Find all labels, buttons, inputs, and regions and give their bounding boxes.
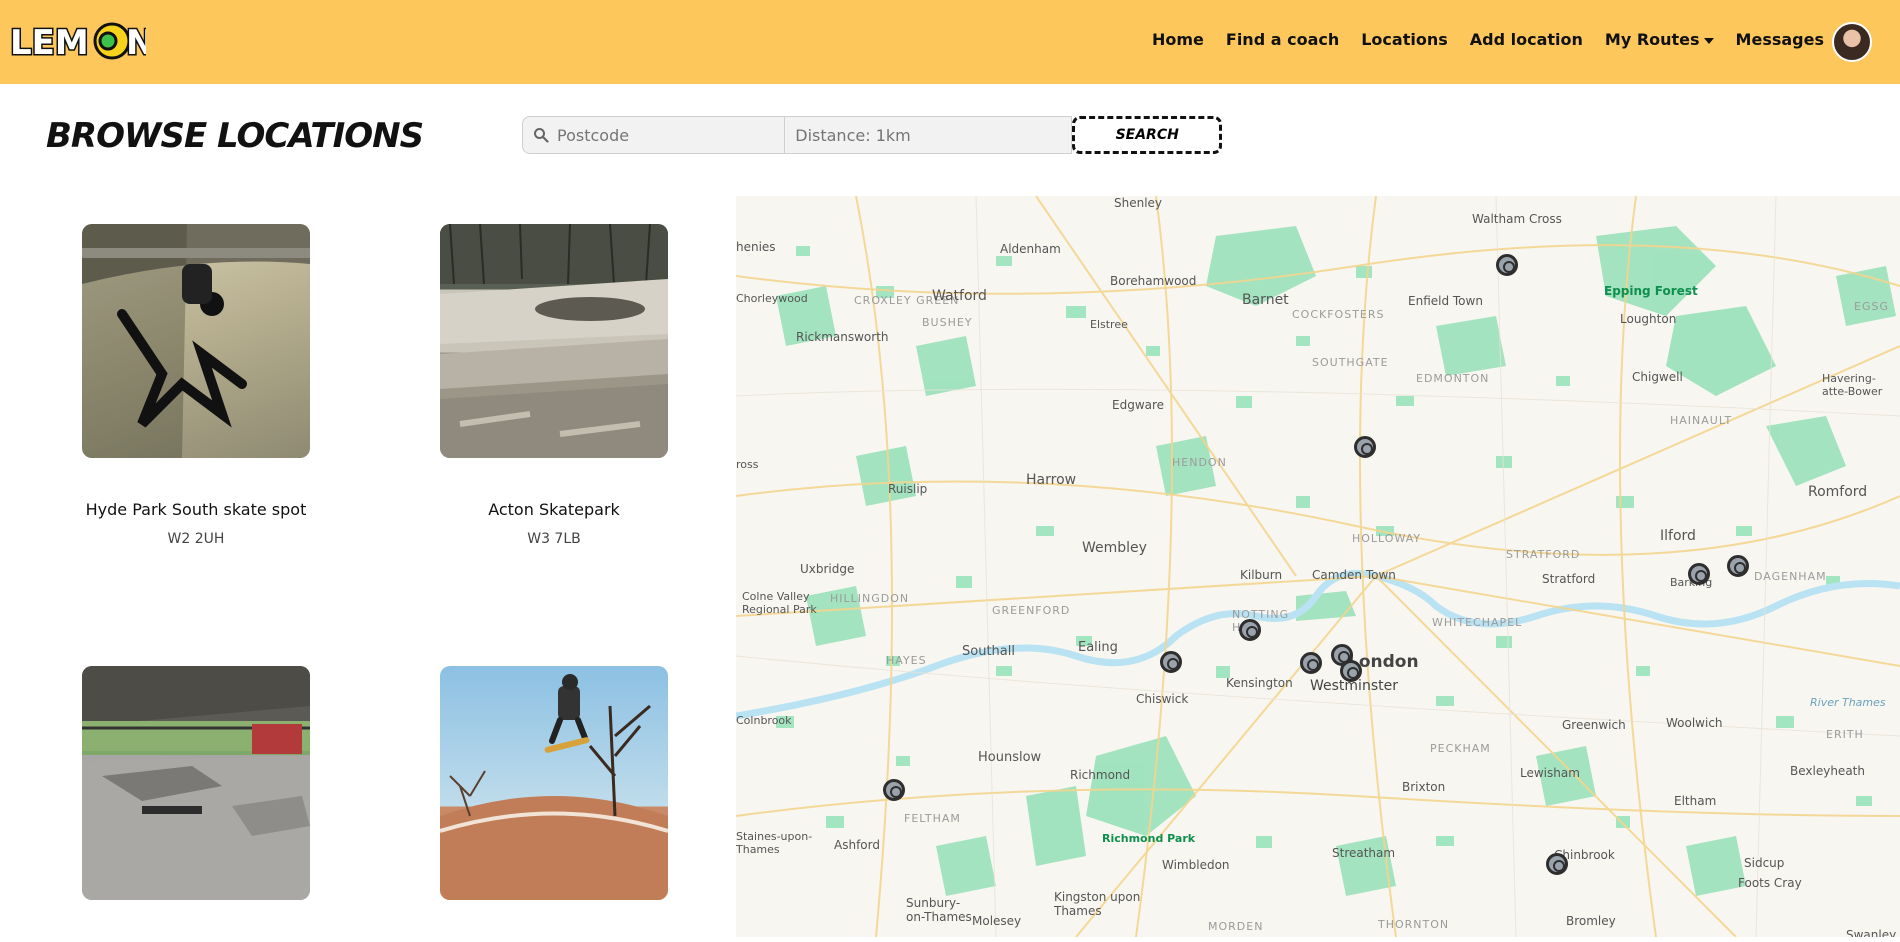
postcode-input[interactable] <box>523 117 785 153</box>
map-marker[interactable] <box>1354 436 1376 458</box>
location-card[interactable] <box>81 666 311 942</box>
map-marker[interactable] <box>1340 660 1362 682</box>
distance-input[interactable] <box>785 117 1072 153</box>
nav-find-a-coach[interactable]: Find a coach <box>1226 30 1339 49</box>
skatepark-illustration <box>440 224 668 458</box>
logo-wordmark: LEM N <box>9 22 147 63</box>
location-name: Hyde Park South skate spot <box>85 500 307 519</box>
nav-my-routes-label: My Routes <box>1604 30 1700 49</box>
postcode-field-wrapper <box>522 116 786 154</box>
svg-text:N: N <box>126 23 146 62</box>
nav-add-location[interactable]: Add location <box>1470 30 1583 49</box>
location-photo <box>82 666 310 900</box>
location-card[interactable] <box>439 666 669 942</box>
skater-bowl-illustration <box>82 224 310 458</box>
map-marker[interactable] <box>1160 651 1182 673</box>
map-marker[interactable] <box>883 779 905 801</box>
map-marker[interactable] <box>1546 853 1568 875</box>
nav-home[interactable]: Home <box>1152 30 1204 49</box>
map-marker[interactable] <box>1239 619 1261 641</box>
navbar: LEM N Home Find a coach Locations Add lo… <box>0 0 1900 84</box>
skater-jump-illustration <box>440 674 668 900</box>
search-button[interactable]: SEARCH <box>1072 116 1222 154</box>
indoor-skatepark-illustration <box>82 666 310 900</box>
location-postcode: W3 7LB <box>527 531 581 547</box>
caret-down-icon <box>1703 37 1714 44</box>
page-title: BROWSE LOCATIONS <box>46 116 424 156</box>
nav-links: Home Find a coach Locations Add location… <box>1152 30 1824 49</box>
location-card[interactable]: Hyde Park South skate spot W2 2UH <box>81 224 311 547</box>
location-postcode: W2 2UH <box>167 531 225 547</box>
location-name: Acton Skatepark <box>488 500 620 519</box>
map-base-layer <box>736 196 1900 937</box>
locations-map[interactable]: Shenley Waltham Cross henies Aldenham Bo… <box>736 196 1900 937</box>
distance-field-wrapper <box>785 116 1073 154</box>
location-card[interactable]: Acton Skatepark W3 7LB <box>439 224 669 547</box>
lemon-logo[interactable]: LEM N <box>8 18 147 63</box>
location-photo <box>440 666 668 900</box>
user-avatar[interactable] <box>1832 22 1872 62</box>
map-marker[interactable] <box>1688 563 1710 585</box>
map-marker[interactable] <box>1496 254 1518 276</box>
svg-text:LEM: LEM <box>10 23 89 62</box>
nav-locations[interactable]: Locations <box>1361 30 1448 49</box>
location-photo <box>82 224 310 458</box>
location-photo <box>440 224 668 458</box>
map-marker[interactable] <box>1300 652 1322 674</box>
nav-messages[interactable]: Messages <box>1736 30 1824 49</box>
nav-my-routes-dropdown[interactable]: My Routes <box>1605 30 1714 49</box>
search-bar: SEARCH <box>522 116 1222 154</box>
search-icon <box>534 128 549 143</box>
map-marker[interactable] <box>1727 555 1749 577</box>
